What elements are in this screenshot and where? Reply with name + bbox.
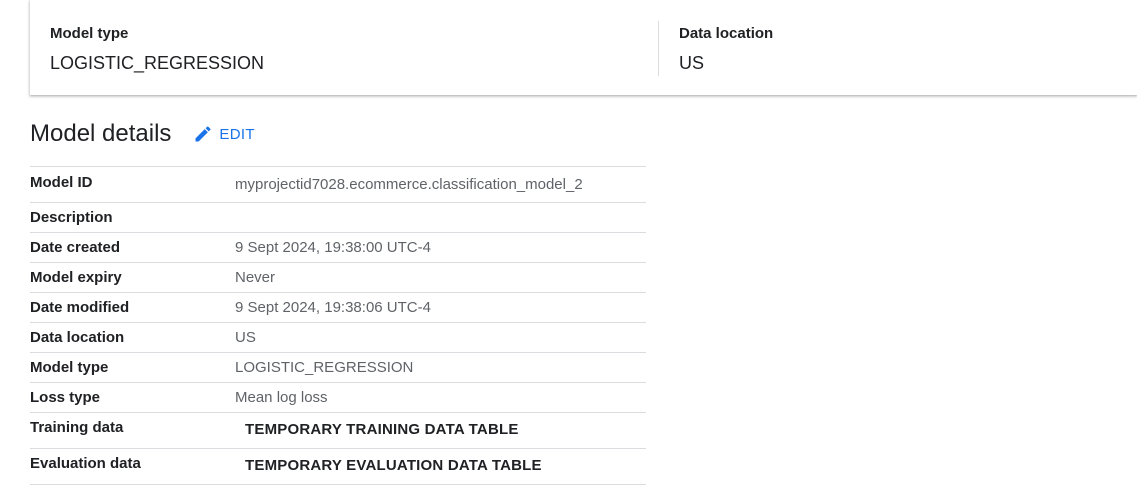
table-row: Date modified 9 Sept 2024, 19:38:06 UTC-…: [30, 293, 646, 323]
row-label: Data location: [30, 329, 125, 346]
row-value: 9 Sept 2024, 19:38:00 UTC-4: [235, 239, 431, 256]
edit-button-label: EDIT: [219, 125, 255, 143]
row-label: Date created: [30, 239, 121, 256]
table-row: Date created 9 Sept 2024, 19:38:00 UTC-4: [30, 233, 646, 263]
table-row: Evaluation data TEMPORARY EVALUATION DAT…: [30, 449, 646, 485]
table-row: Model expiry Never: [30, 263, 646, 293]
row-value: 9 Sept 2024, 19:38:06 UTC-4: [235, 299, 431, 316]
summary-data-location-label: Data location: [679, 25, 774, 42]
row-value: Never: [235, 269, 276, 286]
model-details-table: Model ID myprojectid7028.ecommerce.class…: [30, 166, 646, 485]
summary-model-type-value: LOGISTIC_REGRESSION: [50, 53, 265, 73]
summary-data-location-value: US: [679, 53, 705, 73]
table-row: Description: [30, 203, 646, 233]
evaluation-data-link[interactable]: TEMPORARY EVALUATION DATA TABLE: [235, 449, 542, 474]
table-row: Model ID myprojectid7028.ecommerce.class…: [30, 167, 646, 203]
training-data-link[interactable]: TEMPORARY TRAINING DATA TABLE: [235, 413, 519, 438]
row-label: Model expiry: [30, 269, 122, 286]
row-label: Description: [30, 209, 113, 226]
row-value: LOGISTIC_REGRESSION: [235, 359, 414, 376]
table-row: Model type LOGISTIC_REGRESSION: [30, 353, 646, 383]
summary-divider: [658, 21, 659, 76]
row-value: myprojectid7028.ecommerce.classification…: [235, 176, 583, 193]
edit-button[interactable]: EDIT: [193, 124, 254, 144]
pencil-icon: [195, 126, 211, 142]
row-label: Evaluation data: [30, 455, 141, 472]
summary-model-type-label: Model type: [50, 25, 129, 42]
model-details-header: Model details EDIT: [30, 118, 255, 150]
table-row: Loss type Mean log loss: [30, 383, 646, 413]
row-label: Loss type: [30, 389, 101, 406]
row-label: Training data: [30, 419, 124, 436]
summary-model-type: Model type LOGISTIC_REGRESSION: [50, 20, 264, 75]
row-value: Mean log loss: [235, 389, 328, 406]
row-label: Date modified: [30, 299, 130, 316]
row-label: Model type: [30, 359, 109, 376]
row-value: US: [235, 329, 256, 346]
summary-data-location: Data location US: [679, 20, 773, 75]
table-row: Data location US: [30, 323, 646, 353]
row-label: Model ID: [30, 174, 93, 191]
model-summary-card: Model type LOGISTIC_REGRESSION Data loca…: [30, 0, 1137, 95]
table-row: Training data TEMPORARY TRAINING DATA TA…: [30, 413, 646, 449]
page-title: Model details: [30, 120, 172, 147]
